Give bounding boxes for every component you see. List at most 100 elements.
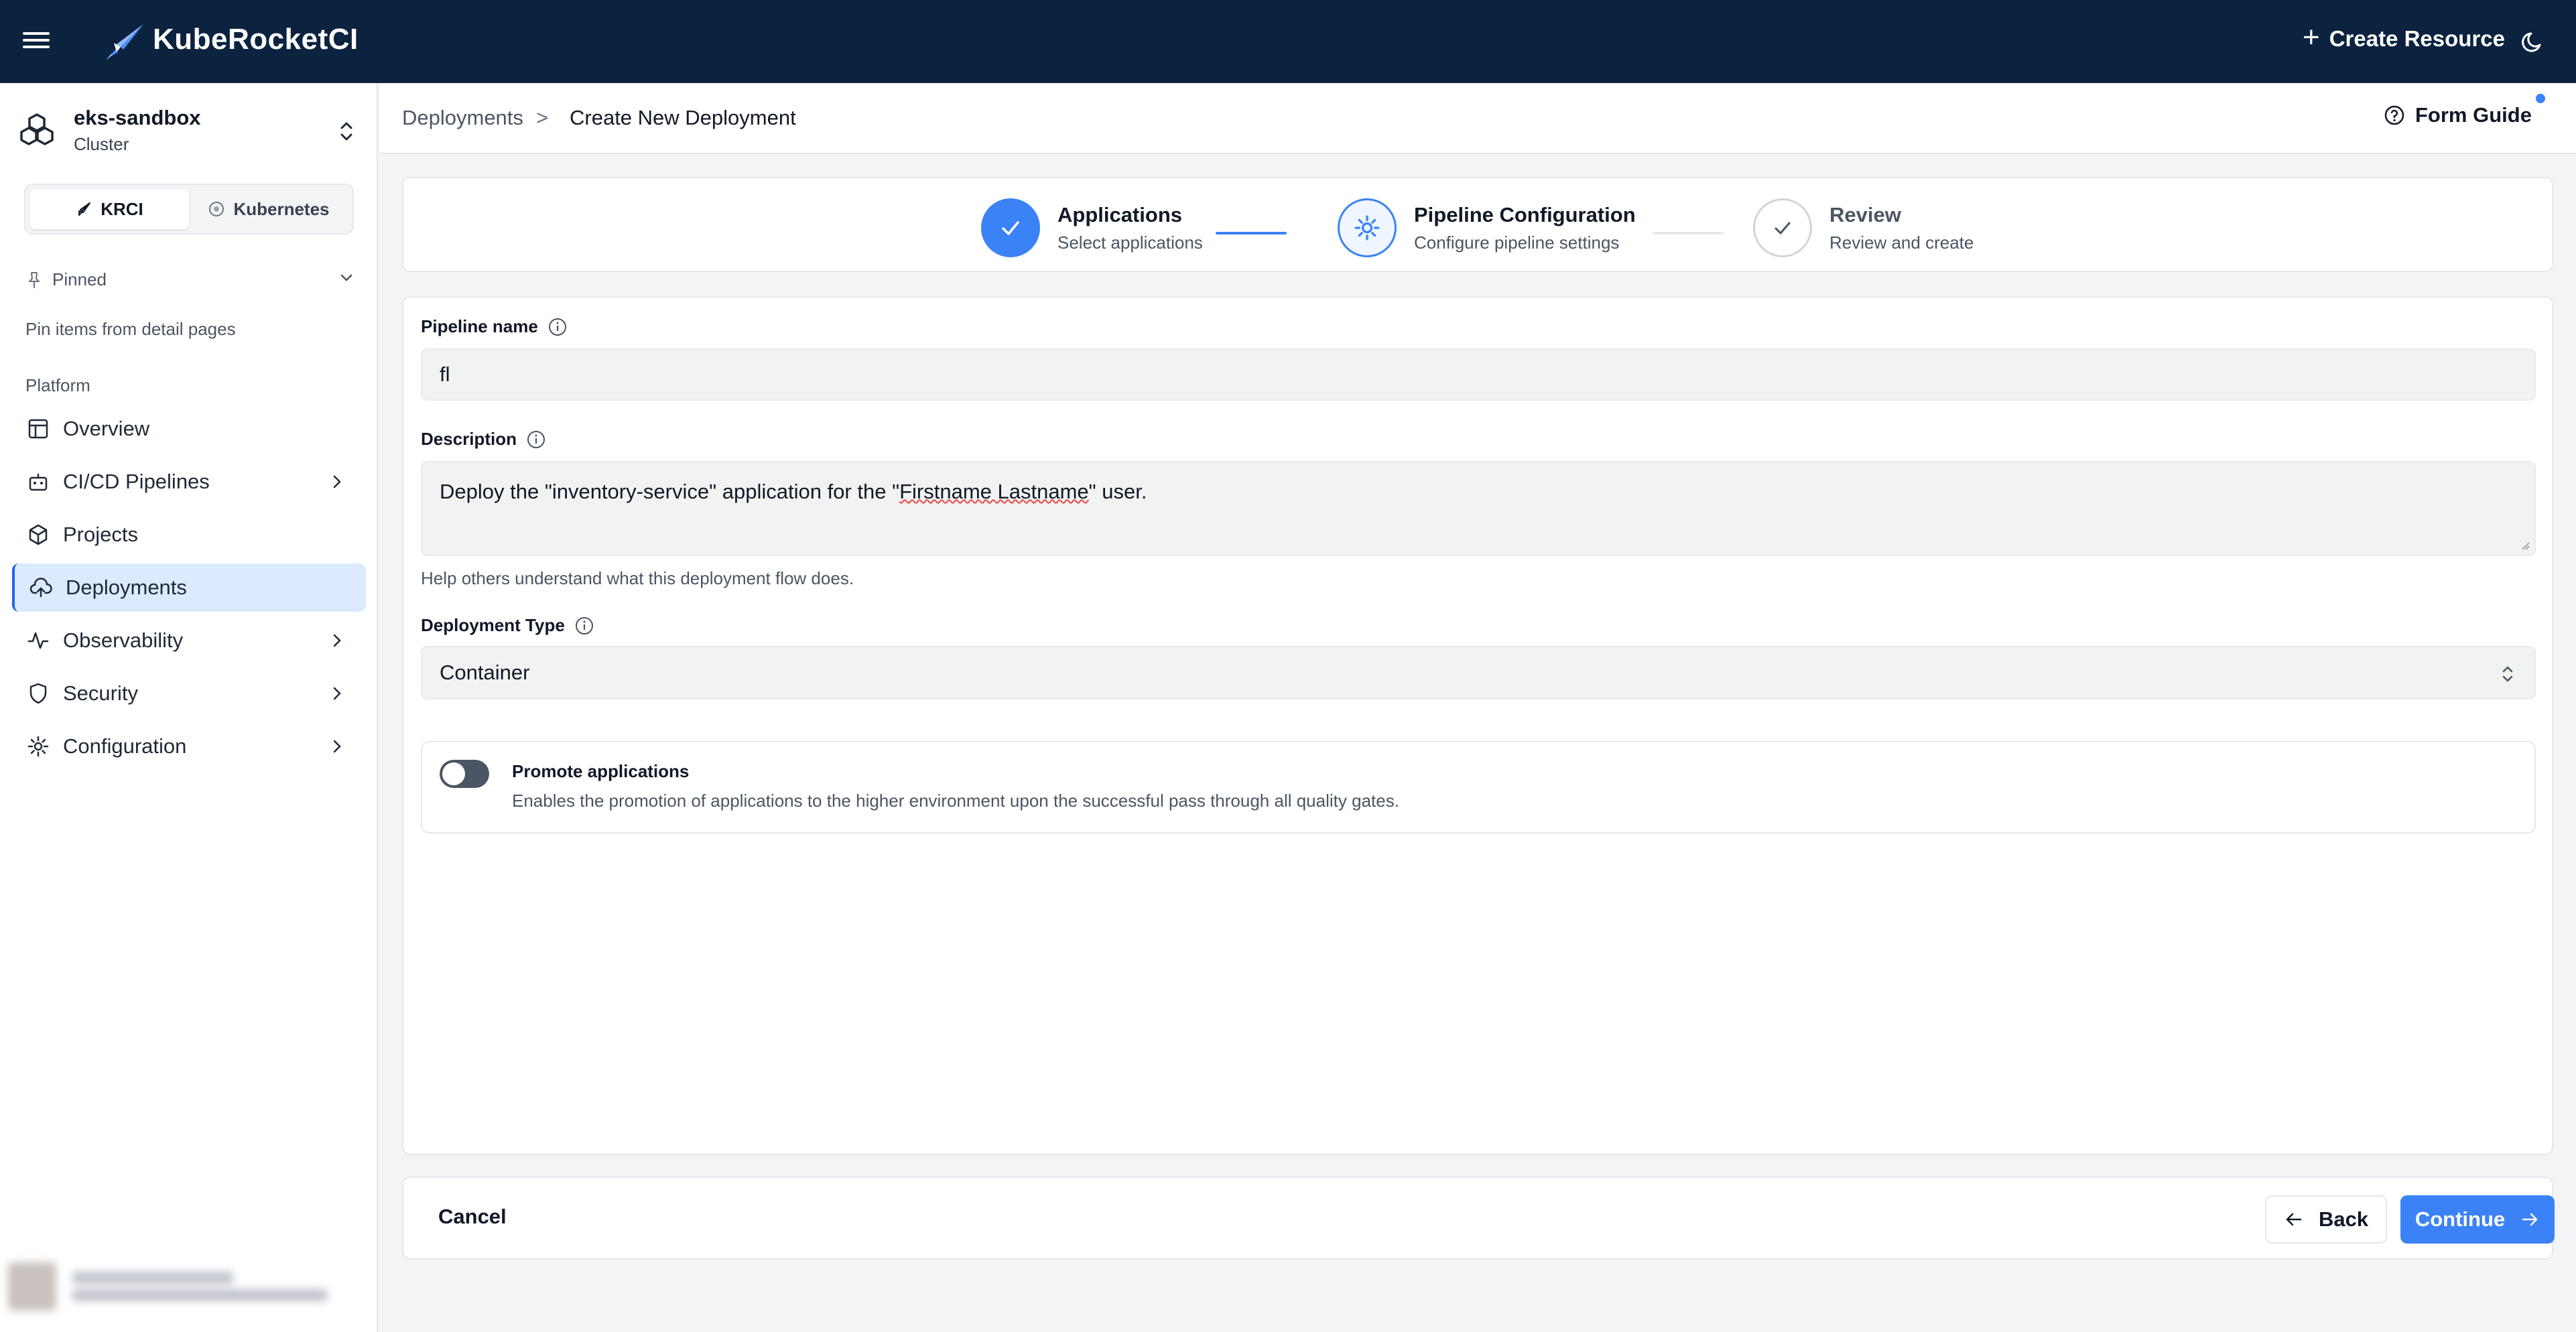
pin-icon — [29, 271, 40, 288]
sidebar-item-deployments[interactable]: Deployments — [12, 563, 366, 612]
sidebar-item-label: Deployments — [66, 576, 187, 599]
step-review[interactable]: Review Review and create — [1753, 198, 1974, 257]
plus-icon: + — [2303, 21, 2320, 54]
sidebar-item-observability[interactable]: Observability — [12, 616, 366, 665]
sidebar-item-label: Projects — [63, 523, 138, 546]
sidebar-item-security[interactable]: Security — [12, 669, 366, 718]
info-icon[interactable] — [548, 317, 568, 337]
step-title: Review — [1829, 202, 1901, 226]
back-button[interactable]: Back — [2265, 1195, 2387, 1244]
rocket-icon — [78, 202, 91, 216]
tab-kubernetes-label: Kubernetes — [233, 198, 330, 219]
chevron-right-icon — [333, 687, 341, 700]
step-title: Pipeline Configuration — [1414, 202, 1636, 226]
deployment-type-label: Deployment Type — [421, 615, 594, 636]
description-text-part: Deploy the "inventory-service" applicati… — [440, 480, 900, 503]
cluster-icon — [20, 113, 54, 145]
info-icon[interactable] — [526, 429, 546, 450]
rocket-logo-icon — [106, 24, 143, 60]
shield-icon — [29, 683, 47, 704]
sidebar-item-configuration[interactable]: Configuration — [12, 722, 366, 771]
chevron-right-icon — [333, 740, 341, 753]
description-helper: Help others understand what this deploym… — [421, 568, 854, 588]
pinned-section-header[interactable]: Pinned — [25, 269, 357, 290]
sidebar-item-cicd-pipelines[interactable]: CI/CD Pipelines — [12, 458, 366, 506]
create-resource-label: Create Resource — [2329, 26, 2505, 51]
sidebar-item-projects[interactable]: Projects — [12, 511, 366, 559]
gear-icon — [1338, 198, 1397, 257]
sidebar-item-label: CI/CD Pipelines — [63, 470, 210, 493]
description-misspelled-text: Firstname Lastname — [899, 480, 1089, 503]
step-connector — [1216, 232, 1287, 235]
deployment-type-select[interactable]: Container — [421, 646, 2536, 700]
create-resource-button[interactable]: + Create Resource — [2303, 21, 2505, 54]
sidebar-item-label: Observability — [63, 628, 184, 652]
pipeline-name-input[interactable]: fl — [421, 348, 2536, 401]
avatar — [8, 1262, 56, 1311]
sidebar-item-label: Configuration — [63, 734, 187, 758]
step-connector — [1653, 232, 1724, 235]
cloud-upload-icon — [29, 578, 52, 598]
stepper: Applications Select applications Pipelin… — [402, 177, 2553, 272]
deployment-type-value: Container — [440, 661, 530, 684]
layout-icon — [28, 419, 48, 439]
kubernetes-icon — [209, 202, 224, 216]
sidebar-item-label: Security — [63, 681, 138, 705]
form-guide-button[interactable]: Form Guide — [2383, 94, 2545, 127]
promote-applications-toggle[interactable] — [440, 760, 489, 788]
pinned-hint: Pin items from detail pages — [25, 319, 236, 339]
deployment-type-label-text: Deployment Type — [421, 615, 565, 635]
step-applications[interactable]: Applications Select applications — [981, 198, 1203, 257]
sidebar-item-overview[interactable]: Overview — [12, 405, 366, 453]
continue-label: Continue — [2414, 1207, 2506, 1231]
breadcrumb-deployments-link[interactable]: Deployments — [402, 106, 523, 130]
pipeline-config-form: Pipeline name fl Description Deploy the … — [402, 296, 2553, 1155]
resize-handle-icon[interactable] — [2518, 539, 2530, 551]
form-footer: Cancel Back Continue — [402, 1177, 2555, 1260]
check-icon — [981, 198, 1040, 257]
cluster-switcher[interactable]: eks-sandbox Cluster — [19, 103, 367, 157]
tab-kubernetes[interactable]: Kubernetes — [189, 189, 348, 229]
pipeline-name-label: Pipeline name — [421, 316, 568, 337]
toggle-knob — [442, 762, 465, 785]
info-icon[interactable] — [574, 616, 594, 636]
breadcrumb: Deployments > Create New Deployment Form… — [379, 83, 2576, 154]
step-pipeline-configuration[interactable]: Pipeline Configuration Configure pipelin… — [1338, 198, 1636, 257]
back-label: Back — [2318, 1207, 2369, 1231]
check-icon — [1753, 198, 1812, 257]
chevron-up-down-icon[interactable] — [336, 118, 357, 145]
gear-icon — [27, 736, 49, 757]
promote-description: Enables the promotion of applications to… — [512, 791, 1399, 811]
tab-krci[interactable]: KRCI — [29, 189, 189, 229]
box-icon — [29, 524, 48, 545]
continue-button[interactable]: Continue — [2400, 1195, 2555, 1244]
promote-title: Promote applications — [512, 761, 690, 781]
step-title: Applications — [1057, 202, 1183, 226]
chevron-right-icon — [333, 475, 341, 488]
moon-icon[interactable] — [2520, 28, 2547, 55]
main-content: Deployments > Create New Deployment Form… — [379, 83, 2576, 1332]
top-bar: KubeRocketCI + Create Resource — [0, 0, 2576, 83]
step-subtitle: Configure pipeline settings — [1414, 232, 1620, 253]
chevron-right-icon — [333, 634, 341, 647]
pinned-label: Pinned — [52, 269, 107, 289]
section-label-platform: Platform — [25, 375, 90, 395]
notification-dot — [2535, 94, 2545, 103]
sidebar: eks-sandbox Cluster KRCI Kubernetes Pinn… — [0, 83, 378, 1332]
user-profile[interactable] — [8, 1253, 370, 1320]
arrow-right-icon — [2522, 1213, 2538, 1226]
description-value: Deploy the "inventory-service" applicati… — [440, 480, 1147, 504]
tab-krci-label: KRCI — [101, 198, 143, 219]
pipeline-name-label-text: Pipeline name — [421, 316, 538, 336]
activity-icon — [27, 632, 49, 649]
sidebar-item-label: Overview — [63, 417, 150, 440]
cluster-type: Cluster — [74, 133, 129, 154]
menu-icon[interactable] — [23, 28, 50, 55]
app-name: KubeRocketCI — [153, 23, 359, 56]
promote-applications-option: Promote applications Enables the promoti… — [421, 741, 2536, 834]
breadcrumb-separator: > — [536, 106, 549, 129]
chevron-down-icon[interactable] — [336, 268, 357, 288]
description-textarea[interactable]: Deploy the "inventory-service" applicati… — [421, 461, 2536, 556]
cancel-button[interactable]: Cancel — [438, 1205, 507, 1229]
description-label-text: Description — [421, 429, 517, 449]
